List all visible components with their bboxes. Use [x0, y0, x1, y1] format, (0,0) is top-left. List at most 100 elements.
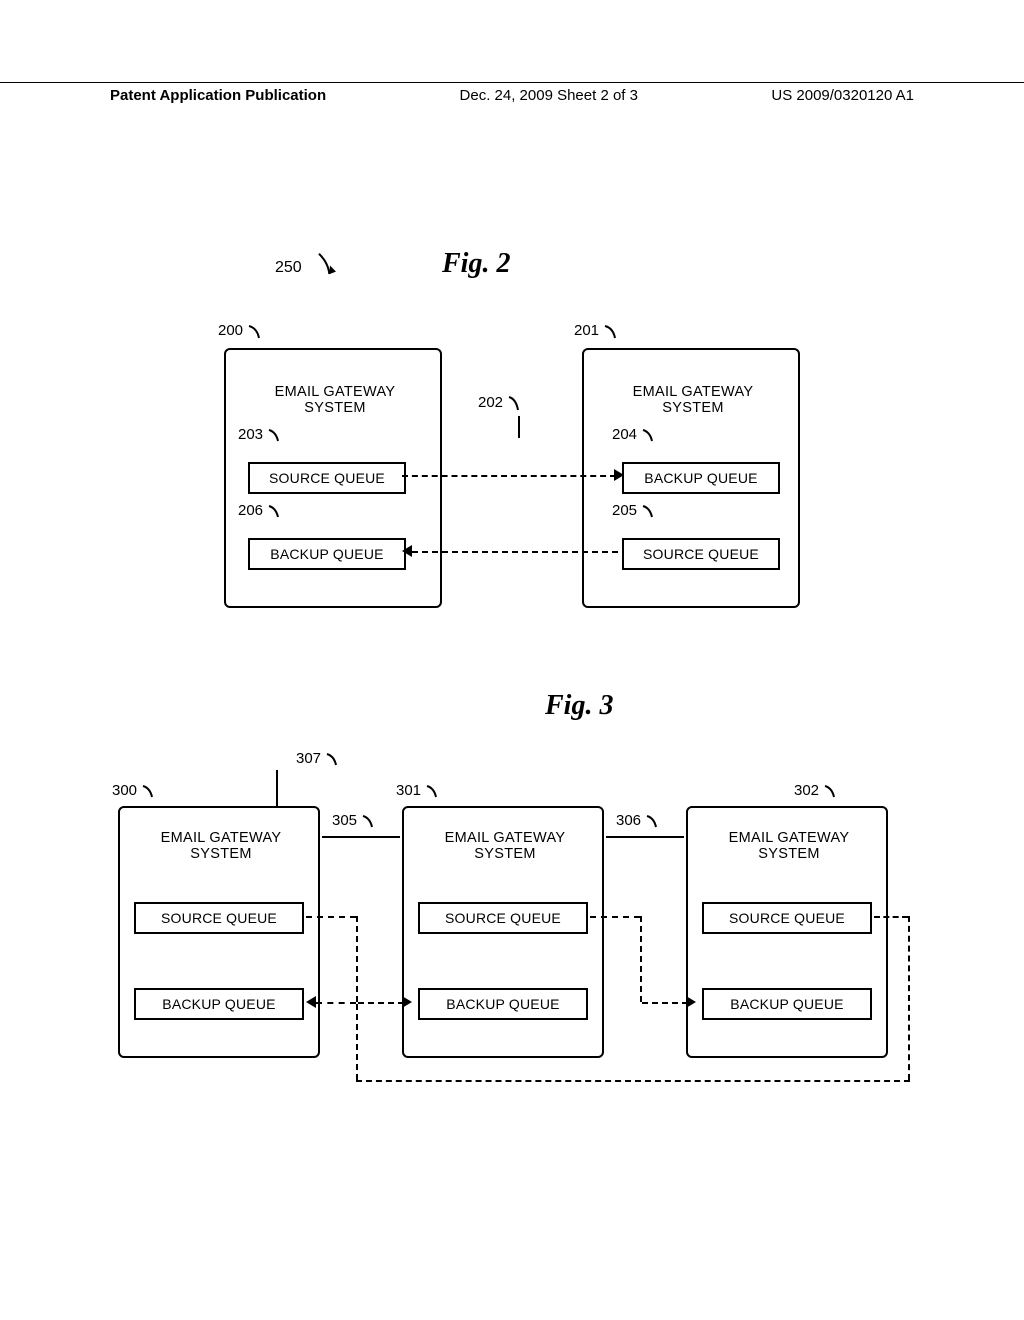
reference-302: 302	[794, 782, 839, 799]
reference-200-number: 200	[218, 322, 243, 339]
dash-301-source-out	[590, 916, 640, 918]
reference-307: 307	[296, 750, 341, 767]
page-header: Patent Application Publication Dec. 24, …	[0, 82, 1024, 104]
gateway-300-title-line2: SYSTEM	[190, 846, 251, 862]
reference-hook-icon	[823, 783, 839, 799]
reference-hook-icon	[361, 813, 377, 829]
reference-300: 300	[112, 782, 157, 799]
gateway-box-301: EMAIL GATEWAY SYSTEM SOURCE QUEUE BACKUP…	[402, 806, 604, 1058]
line-306	[606, 836, 684, 838]
reference-301-number: 301	[396, 782, 421, 799]
gateway-200-title: EMAIL GATEWAY SYSTEM	[260, 384, 410, 416]
reference-307-number: 307	[296, 750, 321, 767]
reference-302-number: 302	[794, 782, 819, 799]
gateway-201-title-line2: SYSTEM	[662, 400, 723, 416]
reference-203-number: 203	[238, 426, 263, 443]
gateway-301-title-line2: SYSTEM	[474, 846, 535, 862]
backup-queue-206: BACKUP QUEUE	[248, 538, 406, 570]
gateway-300-title-line1: EMAIL GATEWAY	[161, 830, 282, 846]
reference-hook-icon	[507, 394, 523, 412]
gateway-box-302: EMAIL GATEWAY SYSTEM SOURCE QUEUE BACKUP…	[686, 806, 888, 1058]
reference-205-number: 205	[612, 502, 637, 519]
source-queue-302: SOURCE QUEUE	[702, 902, 872, 934]
source-queue-301: SOURCE QUEUE	[418, 902, 588, 934]
reference-301: 301	[396, 782, 441, 799]
dash-300-source-out	[306, 916, 356, 918]
gateway-201-title: EMAIL GATEWAY SYSTEM	[618, 384, 768, 416]
line-307-vertical	[276, 770, 278, 807]
reference-hook-icon	[141, 783, 157, 799]
dash-203-to-204	[402, 475, 616, 477]
gateway-302-title: EMAIL GATEWAY SYSTEM	[714, 830, 864, 862]
gateway-302-title-line1: EMAIL GATEWAY	[729, 830, 850, 846]
dash-to-301-backup	[358, 1002, 404, 1004]
gateway-box-200: EMAIL GATEWAY SYSTEM SOURCE QUEUE BACKUP…	[224, 348, 442, 608]
gateway-200-title-line2: SYSTEM	[304, 400, 365, 416]
reference-hook-icon	[641, 503, 657, 519]
dash-302-source-out	[874, 916, 908, 918]
dash-bottom-up	[356, 1004, 358, 1080]
dash-to-302-backup	[642, 1002, 688, 1004]
source-queue-300: SOURCE QUEUE	[134, 902, 304, 934]
gateway-box-300: EMAIL GATEWAY SYSTEM SOURCE QUEUE BACKUP…	[118, 806, 320, 1058]
dash-bottom-long	[356, 1080, 910, 1082]
arrowhead-to-300-backup	[306, 996, 316, 1008]
reference-306: 306	[616, 812, 661, 829]
figure-2-diagram: EMAIL GATEWAY SYSTEM SOURCE QUEUE BACKUP…	[218, 330, 808, 615]
gateway-301-title: EMAIL GATEWAY SYSTEM	[430, 830, 580, 862]
reference-206-number: 206	[238, 502, 263, 519]
figure-3-diagram: 307 EMAIL GATEWAY SYSTEM SOURCE QUEUE BA…	[118, 770, 908, 1110]
reference-hook-icon	[267, 503, 283, 519]
header-row: Patent Application Publication Dec. 24, …	[0, 87, 1024, 104]
reference-203: 203	[238, 426, 283, 443]
reference-306-number: 306	[616, 812, 641, 829]
reference-hook-icon	[267, 427, 283, 443]
dash-205-to-206	[412, 551, 618, 553]
gateway-301-title-line1: EMAIL GATEWAY	[445, 830, 566, 846]
reference-204-number: 204	[612, 426, 637, 443]
gateway-300-title: EMAIL GATEWAY SYSTEM	[146, 830, 296, 862]
header-mid: Dec. 24, 2009 Sheet 2 of 3	[460, 87, 638, 104]
reference-204: 204	[612, 426, 657, 443]
reference-201: 201	[574, 322, 621, 340]
gateway-201-title-line1: EMAIL GATEWAY	[633, 384, 754, 400]
reference-201-number: 201	[574, 322, 599, 339]
header-left: Patent Application Publication	[110, 87, 326, 104]
reference-hook-icon	[603, 322, 621, 340]
source-queue-205: SOURCE QUEUE	[622, 538, 780, 570]
backup-queue-204: BACKUP QUEUE	[622, 462, 780, 494]
reference-250: 250	[275, 250, 334, 277]
reference-202-tick	[518, 416, 520, 438]
line-305	[322, 836, 400, 838]
gateway-302-title-line2: SYSTEM	[758, 846, 819, 862]
reference-hook-icon	[425, 783, 441, 799]
reference-305-number: 305	[332, 812, 357, 829]
dash-301-down	[640, 916, 642, 1002]
reference-hook-icon	[325, 751, 341, 767]
arrowhead-to-206	[402, 545, 412, 557]
reference-hook-icon	[645, 813, 661, 829]
reference-205: 205	[612, 502, 657, 519]
arrowhead-to-302-backup	[686, 996, 696, 1008]
reference-202: 202	[478, 394, 523, 412]
reference-300-number: 300	[112, 782, 137, 799]
arrowhead-to-301-backup	[402, 996, 412, 1008]
arrowhead-to-204	[614, 469, 624, 481]
dash-302-down	[908, 916, 910, 1080]
figure-3-title: Fig. 3	[545, 690, 613, 722]
reference-hook-icon	[641, 427, 657, 443]
reference-arrow-icon	[309, 251, 344, 283]
gateway-200-title-line1: EMAIL GATEWAY	[275, 384, 396, 400]
reference-200: 200	[218, 322, 265, 340]
backup-queue-301: BACKUP QUEUE	[418, 988, 588, 1020]
reference-206: 206	[238, 502, 283, 519]
reference-250-number: 250	[275, 259, 302, 276]
header-right: US 2009/0320120 A1	[771, 87, 914, 104]
reference-202-number: 202	[478, 394, 503, 411]
dash-300-down	[356, 916, 358, 1002]
reference-hook-icon	[247, 322, 265, 340]
dash-to-300-backup	[316, 1002, 356, 1004]
backup-queue-300: BACKUP QUEUE	[134, 988, 304, 1020]
backup-queue-302: BACKUP QUEUE	[702, 988, 872, 1020]
figure-2-title: Fig. 2	[442, 248, 510, 280]
